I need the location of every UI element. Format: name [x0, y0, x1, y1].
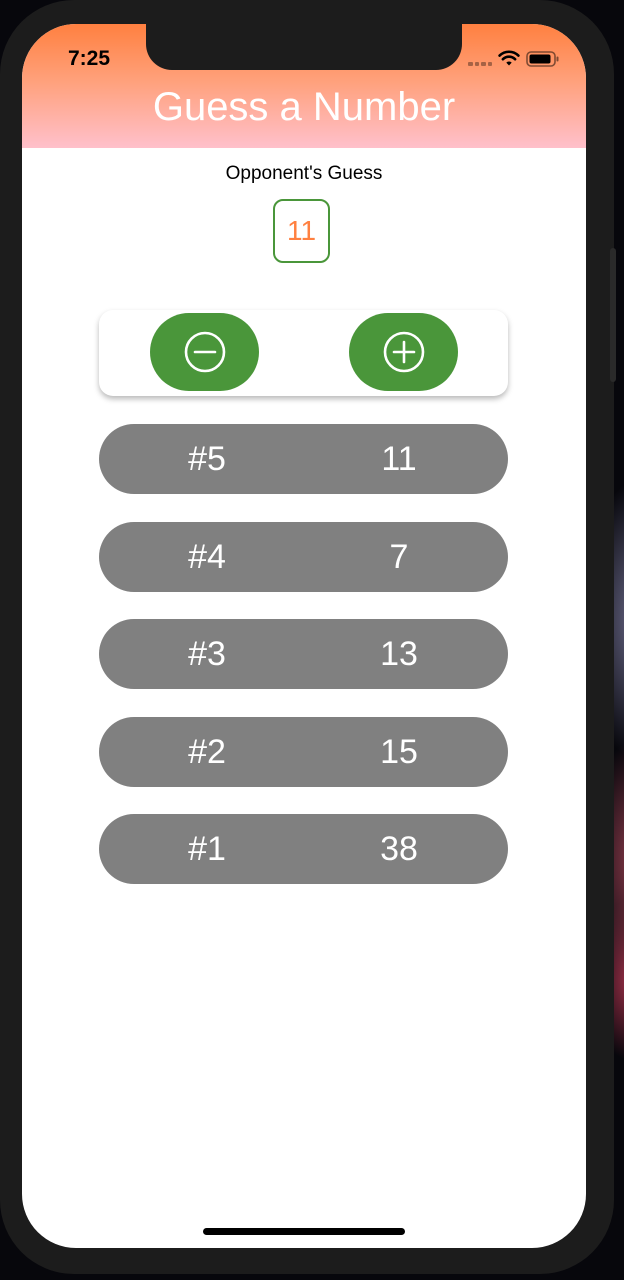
app-header: 7:25 Guess a Number: [22, 24, 586, 148]
plus-circle-icon: [383, 331, 424, 373]
notch: [146, 24, 462, 70]
round-number: #2: [188, 732, 226, 771]
side-button: [610, 248, 616, 382]
guess-list: #5 11 #4 7 #3 13 #2 15 #1 38: [99, 424, 508, 912]
guess-value: 7: [389, 537, 409, 576]
battery-icon: [526, 51, 559, 67]
opponent-guess-value: 11: [286, 215, 317, 246]
status-time: 7:25: [68, 47, 111, 70]
screen: 7:25 Guess a Number Opponent's Guess 11: [22, 24, 586, 1248]
list-item: #5 11: [99, 424, 508, 494]
round-number: #1: [188, 830, 226, 868]
list-item: #1 38: [99, 814, 508, 884]
controls-card: [99, 310, 508, 396]
cellular-signal-icon: [468, 62, 492, 66]
round-number: #3: [188, 635, 226, 673]
guess-value: 13: [380, 635, 418, 673]
opponent-guess-box: 11: [273, 199, 330, 263]
opponent-guess-label: Opponent's Guess: [225, 163, 383, 184]
round-number: #5: [188, 440, 226, 478]
round-number: #4: [188, 537, 226, 576]
app-title: Guess a Number: [152, 85, 456, 129]
guess-value: 38: [380, 830, 418, 868]
wifi-icon: [498, 50, 520, 66]
list-item: #3 13: [99, 619, 508, 689]
lower-button[interactable]: [150, 313, 259, 391]
list-item: #4 7: [99, 521, 508, 592]
home-indicator[interactable]: [203, 1228, 405, 1235]
minus-circle-icon: [184, 331, 225, 373]
higher-button[interactable]: [349, 313, 458, 391]
guess-value: 15: [380, 732, 418, 771]
list-item: #2 15: [99, 716, 508, 787]
guess-value: 11: [381, 440, 417, 478]
